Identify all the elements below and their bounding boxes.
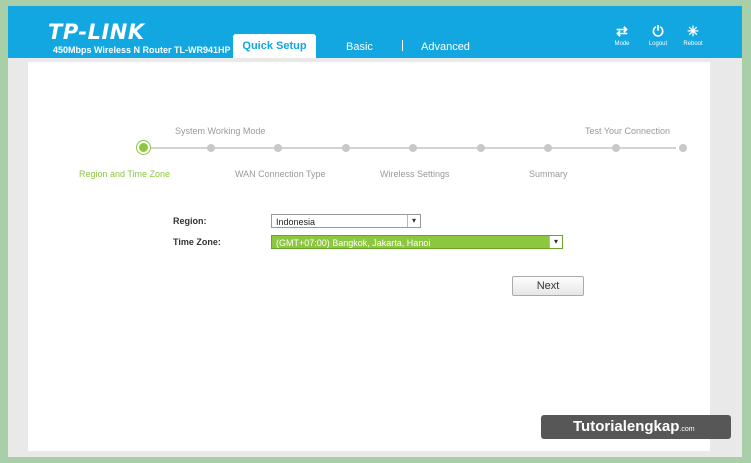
main-content-panel — [28, 62, 710, 451]
timezone-value: (GMT+07:00) Bangkok, Jakarta, Hanoi — [276, 238, 431, 248]
mode-swap-icon: ⇄ — [616, 23, 628, 39]
tab-advanced[interactable]: Advanced — [421, 41, 470, 53]
wizard-step-dot — [476, 144, 485, 152]
timezone-select[interactable]: (GMT+07:00) Bangkok, Jakarta, Hanoi ▾ — [271, 235, 563, 249]
chevron-down-icon: ▾ — [407, 215, 420, 227]
step-label-system-working-mode: System Working Mode — [175, 126, 266, 136]
step-label-wan-connection: WAN Connection Type — [235, 169, 326, 179]
logout-button[interactable]: ⏻ Logout — [643, 23, 673, 47]
step-label-wireless-settings: Wireless Settings — [380, 169, 450, 179]
region-value: Indonesia — [276, 217, 316, 227]
step-label-summary: Summary — [529, 169, 568, 179]
tab-basic[interactable]: Basic — [346, 41, 373, 53]
mode-button[interactable]: ⇄ Mode — [607, 23, 637, 47]
tab-divider — [402, 40, 403, 51]
wizard-step-dot — [611, 144, 620, 152]
reboot-label: Reboot — [683, 41, 703, 47]
brand-logo: TP-LINK — [48, 20, 145, 44]
top-header: TP-LINK 450Mbps Wireless N Router TL-WR9… — [8, 6, 742, 58]
wizard-step-dot — [409, 144, 417, 152]
watermark-suffix: .com — [679, 426, 695, 433]
power-icon: ⏻ — [652, 23, 664, 39]
wizard-step-dot-active — [136, 141, 150, 154]
reboot-button[interactable]: ✳ Reboot — [678, 23, 708, 47]
wizard-progress-track — [136, 147, 676, 149]
chevron-down-icon: ▾ — [549, 236, 562, 248]
mode-label: Mode — [614, 41, 630, 47]
region-select[interactable]: Indonesia ▾ — [271, 214, 421, 228]
step-label-test-connection: Test Your Connection — [585, 126, 671, 136]
model-name: 450Mbps Wireless N Router TL-WR941HP — [53, 45, 231, 55]
wizard-step-dot — [679, 144, 687, 152]
watermark-text: Tutorialengkap — [573, 418, 680, 435]
next-button[interactable]: Next — [512, 276, 584, 296]
wizard-step-dot — [544, 144, 552, 152]
wizard-step-dot — [341, 144, 350, 152]
wizard-step-dot — [206, 144, 215, 152]
reboot-icon: ✳ — [687, 23, 699, 39]
logout-label: Logout — [648, 41, 668, 47]
tab-quick-setup[interactable]: Quick Setup — [233, 34, 316, 58]
region-label: Region: — [173, 216, 207, 226]
wizard-step-dot — [274, 144, 282, 152]
step-label-region-time-zone: Region and Time Zone — [79, 169, 171, 179]
watermark-logo: Tutorialengkap.com — [541, 415, 731, 439]
timezone-label: Time Zone: — [173, 237, 221, 247]
